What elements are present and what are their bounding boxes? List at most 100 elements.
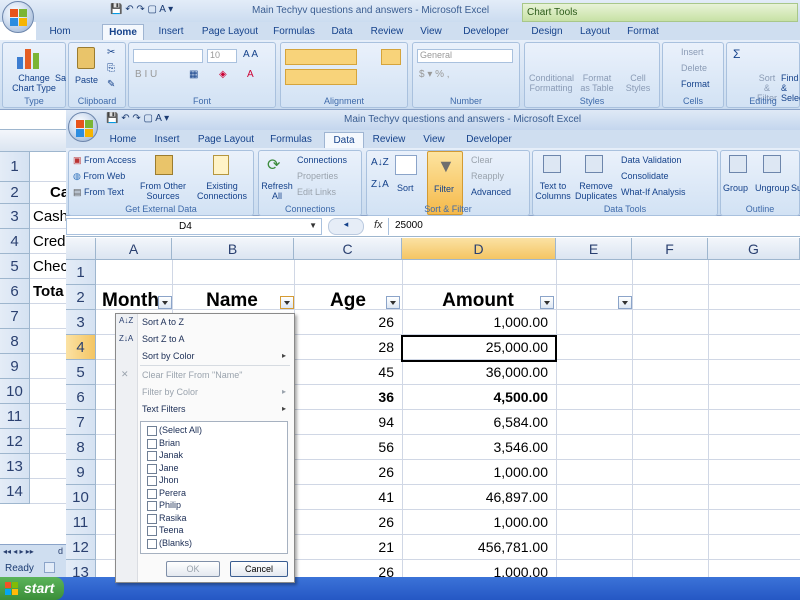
filter-value-checkbox[interactable]: Philip — [146, 500, 181, 511]
tab-data[interactable]: Data — [324, 132, 364, 148]
tab-home[interactable]: Home — [102, 132, 144, 148]
cell-amount[interactable]: 1,000.00 — [402, 460, 556, 485]
filter-value-checkbox[interactable]: Perera — [146, 488, 186, 499]
row-header[interactable]: 2 — [66, 285, 96, 310]
from-other-sources-button[interactable]: From Other Sources — [139, 181, 187, 201]
back-cell[interactable]: Cash — [30, 204, 66, 229]
name-box-dropdown-icon[interactable]: ▼ — [309, 221, 317, 230]
vertical-align-buttons[interactable] — [285, 49, 357, 65]
filter-values-list[interactable]: (Select All) Brian Janak Jane Jhon Perera Phil… — [140, 421, 288, 554]
back-tab-developer[interactable]: Developer — [456, 24, 516, 40]
cell-amount[interactable]: 1,000.00 — [402, 510, 556, 535]
back-row-header[interactable]: 6 — [0, 279, 30, 304]
back-row-header[interactable]: 14 — [0, 479, 30, 504]
row-header[interactable]: 8 — [66, 435, 96, 460]
column-header-g[interactable]: G — [708, 238, 800, 260]
row-header[interactable]: 1 — [66, 260, 96, 285]
autosum-icon[interactable]: Σ — [733, 47, 740, 61]
back-cell[interactable]: Ca — [30, 182, 66, 204]
cell-age[interactable]: 26 — [294, 510, 402, 535]
tab-insert[interactable]: Insert — [146, 132, 188, 148]
ok-button[interactable]: OK — [166, 561, 220, 577]
select-all-corner[interactable] — [66, 238, 96, 260]
cell-amount[interactable]: 6,584.00 — [402, 410, 556, 435]
row-header[interactable]: 11 — [66, 510, 96, 535]
back-row-header[interactable]: 1 — [0, 152, 30, 182]
quick-access-toolbar[interactable]: 💾 ↶ ↷ ▢ A ▾ — [110, 4, 173, 15]
cell-age[interactable]: 26 — [294, 310, 402, 335]
tab-view[interactable]: View — [416, 132, 452, 148]
from-web-button[interactable]: ◍ From Web — [73, 171, 125, 182]
clear-filter-button[interactable]: Clear — [471, 155, 493, 165]
cell-age[interactable]: 26 — [294, 460, 402, 485]
cell-age[interactable]: 21 — [294, 535, 402, 560]
sheet-tab-partial[interactable]: d — [58, 546, 63, 556]
font-color-icon[interactable]: A — [247, 69, 254, 80]
menu-filter-by-color[interactable]: Filter by Color — [142, 387, 198, 397]
back-cell[interactable] — [30, 429, 66, 454]
cell-age[interactable]: 94 — [294, 410, 402, 435]
change-chart-type-button[interactable]: Change Chart Type — [9, 73, 59, 93]
advanced-filter-button[interactable]: Advanced — [471, 187, 511, 197]
column-header-f[interactable]: F — [632, 238, 708, 260]
header-amount[interactable]: Amount — [406, 290, 550, 312]
cell-age[interactable]: 41 — [294, 485, 402, 510]
front-quick-access-toolbar[interactable]: 💾 ↶ ↷ ▢ A ▾ — [106, 113, 169, 124]
row-header[interactable]: 6 — [66, 385, 96, 410]
what-if-analysis-button[interactable]: What-If Analysis — [621, 187, 686, 197]
cut-icon[interactable]: ✂ — [107, 47, 115, 58]
filter-value-checkbox[interactable]: Jhon — [147, 475, 179, 486]
ungroup-button[interactable]: Ungroup — [755, 183, 790, 193]
insert-cells-button[interactable]: Insert — [681, 47, 704, 57]
back-row-header[interactable]: 10 — [0, 379, 30, 404]
back-row-header[interactable]: 5 — [0, 254, 30, 279]
from-access-button[interactable]: ▣ From Access — [73, 155, 136, 166]
connections-button[interactable]: Connections — [297, 155, 347, 165]
filter-dropdown-e[interactable] — [618, 296, 632, 309]
back-row-header[interactable]: 4 — [0, 229, 30, 254]
from-text-button[interactable]: ▤ From Text — [73, 187, 124, 198]
format-cells-button[interactable]: Format — [681, 79, 710, 89]
back-tab-data[interactable]: Data — [324, 24, 360, 40]
back-cell[interactable] — [30, 379, 66, 404]
start-button[interactable]: start — [0, 577, 64, 600]
tab-developer[interactable]: Developer — [460, 132, 518, 148]
back-cell[interactable] — [30, 479, 66, 504]
back-tab-page-layout[interactable]: Page Layout — [196, 24, 264, 40]
tab-review[interactable]: Review — [368, 132, 410, 148]
menu-sort-za[interactable]: Sort Z to A — [142, 334, 185, 344]
filter-value-checkbox[interactable]: (Select All) — [146, 425, 202, 436]
menu-sort-by-color[interactable]: Sort by Color — [142, 351, 195, 361]
back-row-header[interactable]: 9 — [0, 354, 30, 379]
back-cell[interactable] — [30, 404, 66, 429]
row-header[interactable]: 4 — [66, 335, 96, 360]
cell-age[interactable]: 36 — [294, 385, 402, 410]
cell-age[interactable]: 28 — [294, 335, 402, 360]
cell-amount[interactable]: 4,500.00 — [402, 385, 556, 410]
refresh-all-button[interactable]: Refresh All — [261, 181, 293, 201]
back-cell[interactable] — [30, 454, 66, 479]
conditional-formatting-button[interactable]: Conditional Formatting — [529, 73, 574, 93]
cell-age[interactable]: 45 — [294, 360, 402, 385]
font-name-select[interactable] — [133, 49, 203, 63]
back-tab-format[interactable]: Format — [622, 24, 664, 40]
sheet-nav-arrows-icon[interactable]: ◂◂ ◂ ▸ ▸▸ — [3, 547, 34, 556]
formula-input[interactable]: 25000 — [388, 218, 800, 235]
office-button-front[interactable] — [68, 112, 98, 142]
subtotal-button-partial[interactable]: Su — [791, 183, 800, 193]
horizontal-align-buttons[interactable] — [285, 69, 357, 85]
row-header[interactable]: 10 — [66, 485, 96, 510]
macro-record-icon[interactable] — [44, 562, 55, 573]
cell-amount[interactable]: 3,546.00 — [402, 435, 556, 460]
grow-font-icon[interactable]: A A — [243, 49, 258, 60]
office-button-back[interactable] — [2, 1, 34, 33]
back-cell[interactable] — [30, 152, 66, 182]
filter-dropdown-name[interactable] — [280, 296, 294, 309]
filter-value-checkbox[interactable]: Janak — [146, 450, 183, 461]
format-as-table-button[interactable]: Format as Table — [579, 73, 615, 93]
filter-value-checkbox[interactable]: Brian — [146, 438, 180, 449]
copy-icon[interactable]: ⎘ — [107, 63, 115, 74]
cell-amount[interactable]: 1,000.00 — [402, 310, 556, 335]
fx-icon[interactable]: fx — [374, 219, 383, 231]
active-cell-d4[interactable] — [401, 335, 557, 362]
